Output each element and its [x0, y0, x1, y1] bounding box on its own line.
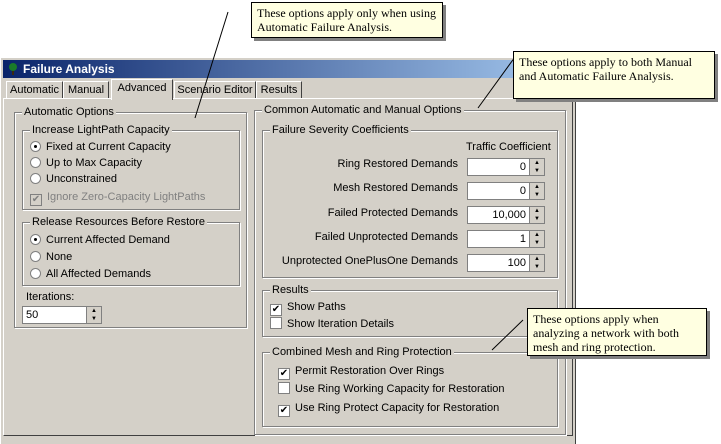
tab-advanced[interactable]: Advanced: [111, 79, 173, 100]
callout-automatic-only: These options apply only when using Auto…: [251, 2, 443, 38]
callout-both-modes: These options apply to both Manual and A…: [513, 51, 715, 99]
tab-label: Advanced: [117, 82, 167, 94]
callout-mesh-ring: These options apply when analyzing a net…: [527, 308, 707, 356]
